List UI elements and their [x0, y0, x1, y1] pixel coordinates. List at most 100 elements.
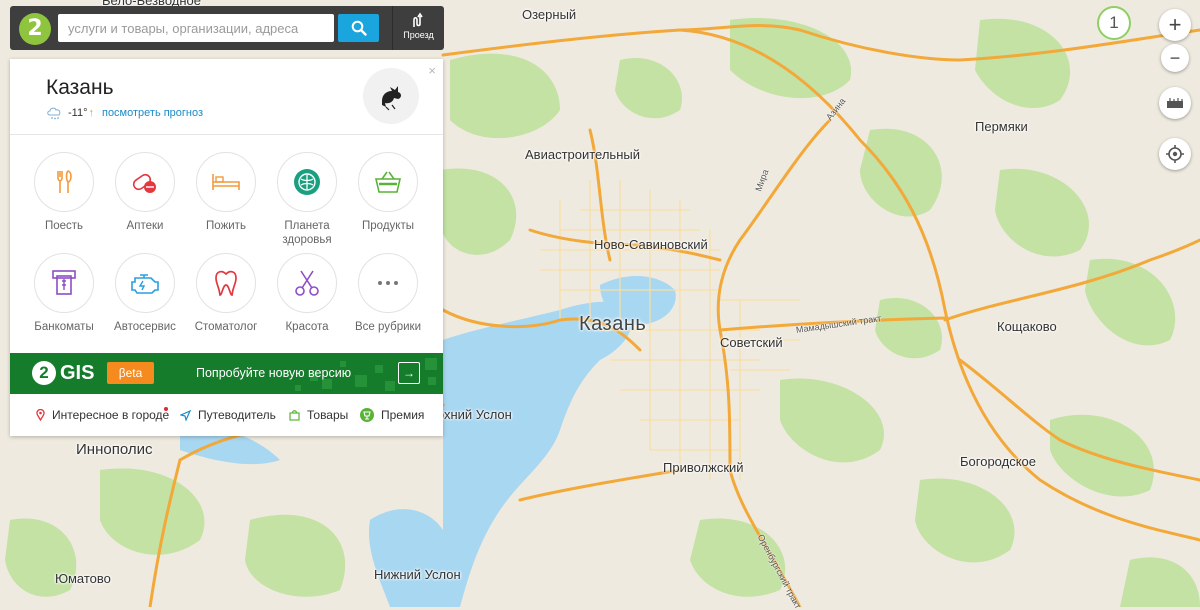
tooth-icon	[215, 270, 237, 296]
category-all-circle	[358, 253, 418, 313]
link-label: Премия	[381, 408, 425, 422]
crosshair-icon	[1166, 145, 1184, 163]
weather-info: -11° ↑ посмотреть прогноз	[46, 106, 203, 120]
category-pharmacy-circle	[115, 152, 175, 212]
zoom-out-button[interactable]: −	[1161, 44, 1189, 72]
map-label-permyaki: Пермяки	[975, 119, 1028, 134]
category-dentist[interactable]: Стоматолог	[186, 253, 266, 334]
city-name: Казань	[46, 76, 114, 99]
category-label: Планета здоровья	[282, 220, 332, 246]
zoom-out-icon: −	[1169, 47, 1181, 68]
category-pharmacy[interactable]: Аптеки	[105, 152, 185, 233]
category-autoservice-circle	[115, 253, 175, 313]
link-guide[interactable]: Путеводитель	[180, 408, 276, 422]
link-interesting[interactable]: Интересное в городе	[36, 408, 169, 422]
bed-icon	[212, 174, 240, 190]
category-label: Стоматолог	[194, 321, 258, 333]
map-label-yumatovo: Юматово	[55, 571, 111, 586]
snow-cloud-icon	[47, 107, 61, 120]
route-label: Проезд	[403, 30, 434, 40]
beta-badge: βeta	[107, 362, 154, 384]
category-atm[interactable]: Банкоматы	[24, 253, 104, 334]
bag-icon	[289, 409, 300, 421]
more-icon	[378, 281, 398, 285]
category-eat-circle	[34, 152, 94, 212]
category-label: Красота	[285, 321, 329, 333]
2gis-banner-logo: 2 GIS	[32, 361, 94, 385]
temperature-trend-icon: ↑	[88, 107, 94, 119]
map-label-nizhny-uslon: Нижний Услон	[374, 567, 461, 582]
category-health-planet-circle	[277, 152, 337, 212]
link-label: Путеводитель	[198, 408, 276, 422]
pills-icon	[132, 173, 156, 193]
engine-icon	[131, 274, 159, 294]
close-icon[interactable]: ×	[428, 63, 436, 78]
kazan-emblem-icon	[363, 68, 419, 124]
category-atm-circle	[34, 253, 94, 313]
category-label: Автосервис	[114, 321, 176, 333]
link-goods[interactable]: Товары	[289, 408, 348, 422]
panel-links: Интересное в городе Путеводитель Товары …	[10, 405, 443, 425]
temperature: -11°	[68, 107, 88, 119]
map-label-innopolis: Иннополис	[76, 441, 153, 458]
route-button[interactable]: Проезд	[392, 6, 444, 50]
category-groceries[interactable]: Продукты	[348, 152, 428, 233]
map-label-koshchakovo: Кощаково	[997, 319, 1057, 334]
basket-icon	[374, 171, 402, 193]
ruler-button[interactable]	[1159, 87, 1191, 119]
map-label-kazan: Казань	[579, 313, 647, 335]
category-label: Продукты	[362, 220, 414, 232]
category-beauty-circle	[277, 253, 337, 313]
category-label: Все рубрики	[354, 321, 422, 333]
atm-icon	[52, 270, 76, 295]
map-label-ozerny: Озерный	[522, 7, 577, 22]
link-label: Товары	[307, 408, 349, 422]
category-eat[interactable]: Поесть	[24, 152, 104, 233]
new-version-banner[interactable]: 2 GIS βeta Попробуйте новую версию →	[10, 353, 443, 394]
map-label-aviastroitelny: Авиастроительный	[525, 147, 640, 162]
category-label: Поесть	[44, 220, 84, 232]
new-indicator-dot	[164, 407, 168, 411]
award-icon	[360, 408, 374, 422]
banner-logo-digit: 2	[32, 361, 56, 385]
category-label: Аптеки	[126, 220, 164, 232]
map-label-novo-savinovsky: Ново-Савиновский	[594, 237, 708, 252]
map-label-privolzhsky: Приволжский	[663, 460, 744, 475]
category-beauty[interactable]: Красота	[267, 253, 347, 334]
city-panel: × Казань -11° ↑ посмотреть прогноз Поест…	[10, 59, 443, 436]
route-icon	[412, 12, 423, 27]
category-stay-circle	[196, 152, 256, 212]
category-groceries-circle	[358, 152, 418, 212]
navigation-icon	[180, 409, 191, 421]
layers-count-button[interactable]: 1	[1097, 6, 1131, 40]
health-planet-icon	[294, 169, 320, 195]
search-button[interactable]	[338, 14, 379, 42]
search-icon	[351, 20, 367, 36]
forecast-link[interactable]: посмотреть прогноз	[102, 107, 203, 119]
panel-divider	[10, 134, 443, 135]
category-health-planet[interactable]: Планета здоровья	[267, 152, 347, 247]
banner-text: Попробуйте новую версию	[196, 366, 352, 380]
zoom-in-button[interactable]: +	[1159, 9, 1191, 41]
map-label-bogorodskoe: Богородское	[960, 454, 1037, 469]
banner-brand: GIS	[60, 361, 95, 384]
geolocation-button[interactable]	[1159, 138, 1191, 170]
pin-icon	[36, 409, 45, 421]
search-input[interactable]	[58, 14, 334, 42]
scissors-icon	[295, 270, 319, 296]
link-award[interactable]: Премия	[360, 408, 424, 422]
zoom-in-icon: +	[1168, 12, 1182, 37]
ruler-icon	[1167, 98, 1183, 108]
link-label: Интересное в городе	[52, 408, 170, 422]
category-all[interactable]: Все рубрики	[348, 253, 428, 334]
category-label: Банкоматы	[34, 321, 94, 333]
category-label: Пожить	[206, 220, 246, 232]
category-autoservice[interactable]: Автосервис	[105, 253, 185, 334]
fork-knife-icon	[57, 170, 72, 193]
2gis-logo[interactable]: 2	[19, 13, 51, 45]
category-dentist-circle	[196, 253, 256, 313]
category-stay[interactable]: Пожить	[186, 152, 266, 233]
banner-arrow-button[interactable]: →	[398, 362, 420, 384]
search-bar: 2	[10, 6, 442, 50]
map-label-sovetsky: Советский	[720, 335, 783, 350]
